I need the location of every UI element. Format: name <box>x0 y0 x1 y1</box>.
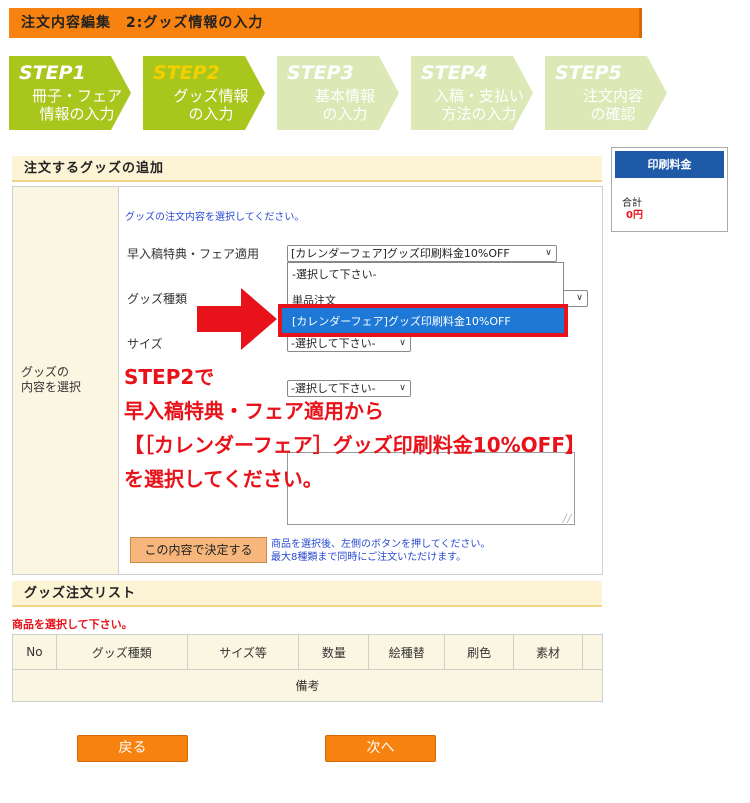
column-header: 素材 <box>513 634 583 670</box>
column-header: No <box>12 634 57 670</box>
chevron-down-icon: ∨ <box>545 248 552 258</box>
dropdown-option-selected-label: [カレンダーフェア]グッズ印刷料金10%OFF <box>292 315 511 328</box>
instruction-overlay: STEP2で 早入稿特典・フェア適用から 【［カレンダーフェア］グッズ印刷料金1… <box>124 360 585 496</box>
red-arrow-icon <box>197 288 277 350</box>
overlay-line-4: を選択してください。 <box>124 467 323 491</box>
form-instruction: グッズの注文内容を選択してください。 <box>125 212 305 223</box>
order-list-table: No グッズ種類 サイズ等 数量 絵種替 刷色 素材 備考 <box>12 634 604 702</box>
decide-note: 商品を選択後、左側のボタンを押してください。 最大8種類まで同時にご注文いただけま… <box>271 539 491 563</box>
add-goods-section-title: 注文するグッズの追加 <box>12 156 602 182</box>
total-value: 0円 <box>626 210 643 221</box>
form-left-column: グッズの 内容を選択 <box>13 187 119 574</box>
step-1-number: STEP1 <box>19 62 86 84</box>
step-5-label: 注文内容 の確認 <box>582 87 643 123</box>
resize-grip-icon[interactable]: ╱╱ <box>562 514 572 523</box>
chevron-down-icon: ∨ <box>399 338 406 348</box>
table-row: 備考 <box>12 669 603 702</box>
remarks-header: 備考 <box>12 669 603 702</box>
overlay-line-2: 早入稿特典・フェア適用から <box>124 399 384 423</box>
price-summary-box: 印刷料金 合計 0円 <box>611 147 728 232</box>
step-2-number: STEP2 <box>153 62 220 84</box>
dropdown-option[interactable]: -選択して下さい- <box>292 266 377 282</box>
step-1: STEP1 冊子・フェア 情報の入力 <box>9 56 131 130</box>
goods-type-label: グッズ種類 <box>127 292 188 306</box>
decide-button[interactable]: この内容で決定する <box>130 537 267 563</box>
form-left-label: グッズの 内容を選択 <box>21 365 82 394</box>
size-select[interactable]: -選択して下さい- ∨ <box>287 335 411 352</box>
step-4: STEP4 入稿・支払い 方法の入力 <box>411 56 533 130</box>
step-2: STEP2 グッズ情報 の入力 <box>143 56 265 130</box>
overlay-line-3: 【［カレンダーフェア］グッズ印刷料金10%OFF】 <box>124 433 585 457</box>
column-header: 刷色 <box>444 634 515 670</box>
chevron-down-icon: ∨ <box>576 293 583 303</box>
step-3-number: STEP3 <box>287 62 354 84</box>
price-summary-title: 印刷料金 <box>615 151 724 178</box>
back-button[interactable]: 戻る <box>77 735 188 762</box>
overlay-line-1: STEP2で <box>124 365 215 389</box>
step-3-label: 基本情報 の入力 <box>314 87 375 123</box>
order-list-section-title: グッズ注文リスト <box>12 581 602 607</box>
column-header: サイズ等 <box>186 634 300 670</box>
list-warning: 商品を選択して下さい。 <box>12 618 133 631</box>
next-button[interactable]: 次へ <box>325 735 436 762</box>
size-label: サイズ <box>127 337 163 351</box>
step-5-number: STEP5 <box>555 62 622 84</box>
column-spacer <box>581 634 604 670</box>
step-4-label: 入稿・支払い 方法の入力 <box>433 87 524 123</box>
table-header-row: No グッズ種類 サイズ等 数量 絵種替 刷色 素材 <box>12 634 604 670</box>
size-select-value: -選択して下さい- <box>291 337 376 350</box>
step-2-label: グッズ情報 の入力 <box>173 87 249 123</box>
column-header: グッズ種類 <box>55 634 188 670</box>
step-progress: STEP1 冊子・フェア 情報の入力 STEP2 グッズ情報 の入力 STEP3 基… <box>9 56 669 130</box>
dropdown-option-selected[interactable]: [カレンダーフェア]グッズ印刷料金10%OFF <box>278 304 568 337</box>
step-5: STEP5 注文内容 の確認 <box>545 56 667 130</box>
step-4-number: STEP4 <box>421 62 488 84</box>
fair-select-value: [カレンダーフェア]グッズ印刷料金10%OFF <box>291 247 510 260</box>
fair-select[interactable]: [カレンダーフェア]グッズ印刷料金10%OFF ∨ <box>287 245 557 262</box>
fair-label: 早入稿特典・フェア適用 <box>127 247 260 261</box>
page-title: 注文内容編集 2:グッズ情報の入力 <box>9 8 642 38</box>
step-1-label: 冊子・フェア 情報の入力 <box>31 87 122 123</box>
column-header: 数量 <box>298 634 370 670</box>
step-3: STEP3 基本情報 の入力 <box>277 56 399 130</box>
column-header: 絵種替 <box>368 634 446 670</box>
